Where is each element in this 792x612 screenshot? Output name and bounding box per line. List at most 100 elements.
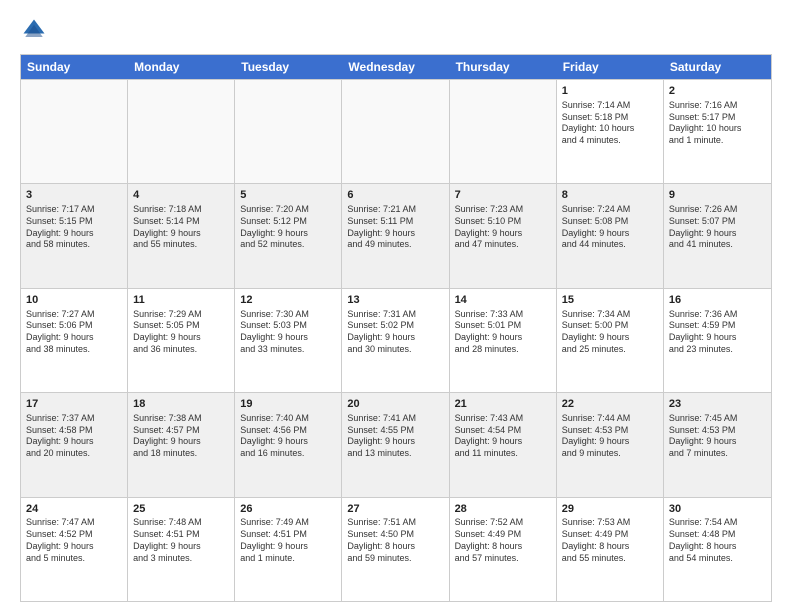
day-info: Sunrise: 7:45 AM Sunset: 4:53 PM Dayligh…	[669, 413, 766, 460]
day-number: 14	[455, 293, 551, 308]
cal-cell: 10Sunrise: 7:27 AM Sunset: 5:06 PM Dayli…	[21, 289, 128, 392]
day-info: Sunrise: 7:47 AM Sunset: 4:52 PM Dayligh…	[26, 517, 122, 564]
cal-cell: 25Sunrise: 7:48 AM Sunset: 4:51 PM Dayli…	[128, 498, 235, 601]
week-row-1: 1Sunrise: 7:14 AM Sunset: 5:18 PM Daylig…	[21, 79, 771, 183]
cal-cell: 19Sunrise: 7:40 AM Sunset: 4:56 PM Dayli…	[235, 393, 342, 496]
day-info: Sunrise: 7:34 AM Sunset: 5:00 PM Dayligh…	[562, 309, 658, 356]
day-info: Sunrise: 7:54 AM Sunset: 4:48 PM Dayligh…	[669, 517, 766, 564]
header-day-friday: Friday	[557, 55, 664, 79]
day-info: Sunrise: 7:43 AM Sunset: 4:54 PM Dayligh…	[455, 413, 551, 460]
header-day-thursday: Thursday	[450, 55, 557, 79]
day-info: Sunrise: 7:30 AM Sunset: 5:03 PM Dayligh…	[240, 309, 336, 356]
header-day-tuesday: Tuesday	[235, 55, 342, 79]
day-number: 13	[347, 293, 443, 308]
calendar-body: 1Sunrise: 7:14 AM Sunset: 5:18 PM Daylig…	[21, 79, 771, 601]
week-row-2: 3Sunrise: 7:17 AM Sunset: 5:15 PM Daylig…	[21, 183, 771, 287]
cal-cell: 9Sunrise: 7:26 AM Sunset: 5:07 PM Daylig…	[664, 184, 771, 287]
cal-cell: 11Sunrise: 7:29 AM Sunset: 5:05 PM Dayli…	[128, 289, 235, 392]
logo	[20, 16, 52, 44]
week-row-3: 10Sunrise: 7:27 AM Sunset: 5:06 PM Dayli…	[21, 288, 771, 392]
day-number: 25	[133, 502, 229, 517]
cal-cell: 24Sunrise: 7:47 AM Sunset: 4:52 PM Dayli…	[21, 498, 128, 601]
day-number: 24	[26, 502, 122, 517]
day-number: 3	[26, 188, 122, 203]
day-number: 17	[26, 397, 122, 412]
day-info: Sunrise: 7:14 AM Sunset: 5:18 PM Dayligh…	[562, 100, 658, 147]
day-number: 29	[562, 502, 658, 517]
day-info: Sunrise: 7:23 AM Sunset: 5:10 PM Dayligh…	[455, 204, 551, 251]
header-day-monday: Monday	[128, 55, 235, 79]
day-number: 19	[240, 397, 336, 412]
day-number: 7	[455, 188, 551, 203]
cal-cell: 30Sunrise: 7:54 AM Sunset: 4:48 PM Dayli…	[664, 498, 771, 601]
day-info: Sunrise: 7:31 AM Sunset: 5:02 PM Dayligh…	[347, 309, 443, 356]
cal-cell	[450, 80, 557, 183]
cal-cell: 2Sunrise: 7:16 AM Sunset: 5:17 PM Daylig…	[664, 80, 771, 183]
day-info: Sunrise: 7:49 AM Sunset: 4:51 PM Dayligh…	[240, 517, 336, 564]
cal-cell: 14Sunrise: 7:33 AM Sunset: 5:01 PM Dayli…	[450, 289, 557, 392]
day-number: 23	[669, 397, 766, 412]
header-day-wednesday: Wednesday	[342, 55, 449, 79]
calendar: SundayMondayTuesdayWednesdayThursdayFrid…	[20, 54, 772, 602]
cal-cell: 4Sunrise: 7:18 AM Sunset: 5:14 PM Daylig…	[128, 184, 235, 287]
day-number: 28	[455, 502, 551, 517]
cal-cell: 13Sunrise: 7:31 AM Sunset: 5:02 PM Dayli…	[342, 289, 449, 392]
day-number: 26	[240, 502, 336, 517]
cal-cell	[128, 80, 235, 183]
day-info: Sunrise: 7:52 AM Sunset: 4:49 PM Dayligh…	[455, 517, 551, 564]
cal-cell: 28Sunrise: 7:52 AM Sunset: 4:49 PM Dayli…	[450, 498, 557, 601]
cal-cell: 27Sunrise: 7:51 AM Sunset: 4:50 PM Dayli…	[342, 498, 449, 601]
day-number: 12	[240, 293, 336, 308]
cal-cell: 29Sunrise: 7:53 AM Sunset: 4:49 PM Dayli…	[557, 498, 664, 601]
cal-cell: 17Sunrise: 7:37 AM Sunset: 4:58 PM Dayli…	[21, 393, 128, 496]
cal-cell: 8Sunrise: 7:24 AM Sunset: 5:08 PM Daylig…	[557, 184, 664, 287]
page: SundayMondayTuesdayWednesdayThursdayFrid…	[0, 0, 792, 612]
day-number: 6	[347, 188, 443, 203]
day-number: 1	[562, 84, 658, 99]
cal-cell: 20Sunrise: 7:41 AM Sunset: 4:55 PM Dayli…	[342, 393, 449, 496]
day-number: 4	[133, 188, 229, 203]
cal-cell: 1Sunrise: 7:14 AM Sunset: 5:18 PM Daylig…	[557, 80, 664, 183]
cal-cell: 6Sunrise: 7:21 AM Sunset: 5:11 PM Daylig…	[342, 184, 449, 287]
day-number: 5	[240, 188, 336, 203]
day-number: 30	[669, 502, 766, 517]
cal-cell: 21Sunrise: 7:43 AM Sunset: 4:54 PM Dayli…	[450, 393, 557, 496]
day-info: Sunrise: 7:20 AM Sunset: 5:12 PM Dayligh…	[240, 204, 336, 251]
day-info: Sunrise: 7:44 AM Sunset: 4:53 PM Dayligh…	[562, 413, 658, 460]
day-info: Sunrise: 7:16 AM Sunset: 5:17 PM Dayligh…	[669, 100, 766, 147]
day-info: Sunrise: 7:51 AM Sunset: 4:50 PM Dayligh…	[347, 517, 443, 564]
cal-cell: 22Sunrise: 7:44 AM Sunset: 4:53 PM Dayli…	[557, 393, 664, 496]
day-info: Sunrise: 7:26 AM Sunset: 5:07 PM Dayligh…	[669, 204, 766, 251]
day-number: 21	[455, 397, 551, 412]
cal-cell	[342, 80, 449, 183]
day-info: Sunrise: 7:33 AM Sunset: 5:01 PM Dayligh…	[455, 309, 551, 356]
day-info: Sunrise: 7:37 AM Sunset: 4:58 PM Dayligh…	[26, 413, 122, 460]
day-info: Sunrise: 7:24 AM Sunset: 5:08 PM Dayligh…	[562, 204, 658, 251]
day-number: 22	[562, 397, 658, 412]
day-number: 11	[133, 293, 229, 308]
week-row-4: 17Sunrise: 7:37 AM Sunset: 4:58 PM Dayli…	[21, 392, 771, 496]
day-info: Sunrise: 7:41 AM Sunset: 4:55 PM Dayligh…	[347, 413, 443, 460]
day-number: 8	[562, 188, 658, 203]
day-number: 18	[133, 397, 229, 412]
day-info: Sunrise: 7:21 AM Sunset: 5:11 PM Dayligh…	[347, 204, 443, 251]
cal-cell: 16Sunrise: 7:36 AM Sunset: 4:59 PM Dayli…	[664, 289, 771, 392]
header-day-sunday: Sunday	[21, 55, 128, 79]
day-number: 20	[347, 397, 443, 412]
day-number: 9	[669, 188, 766, 203]
week-row-5: 24Sunrise: 7:47 AM Sunset: 4:52 PM Dayli…	[21, 497, 771, 601]
day-info: Sunrise: 7:18 AM Sunset: 5:14 PM Dayligh…	[133, 204, 229, 251]
day-number: 27	[347, 502, 443, 517]
header	[20, 16, 772, 44]
cal-cell: 5Sunrise: 7:20 AM Sunset: 5:12 PM Daylig…	[235, 184, 342, 287]
day-info: Sunrise: 7:27 AM Sunset: 5:06 PM Dayligh…	[26, 309, 122, 356]
calendar-header: SundayMondayTuesdayWednesdayThursdayFrid…	[21, 55, 771, 79]
day-info: Sunrise: 7:48 AM Sunset: 4:51 PM Dayligh…	[133, 517, 229, 564]
day-info: Sunrise: 7:38 AM Sunset: 4:57 PM Dayligh…	[133, 413, 229, 460]
cal-cell: 26Sunrise: 7:49 AM Sunset: 4:51 PM Dayli…	[235, 498, 342, 601]
header-day-saturday: Saturday	[664, 55, 771, 79]
day-info: Sunrise: 7:36 AM Sunset: 4:59 PM Dayligh…	[669, 309, 766, 356]
day-info: Sunrise: 7:17 AM Sunset: 5:15 PM Dayligh…	[26, 204, 122, 251]
day-number: 16	[669, 293, 766, 308]
cal-cell	[21, 80, 128, 183]
